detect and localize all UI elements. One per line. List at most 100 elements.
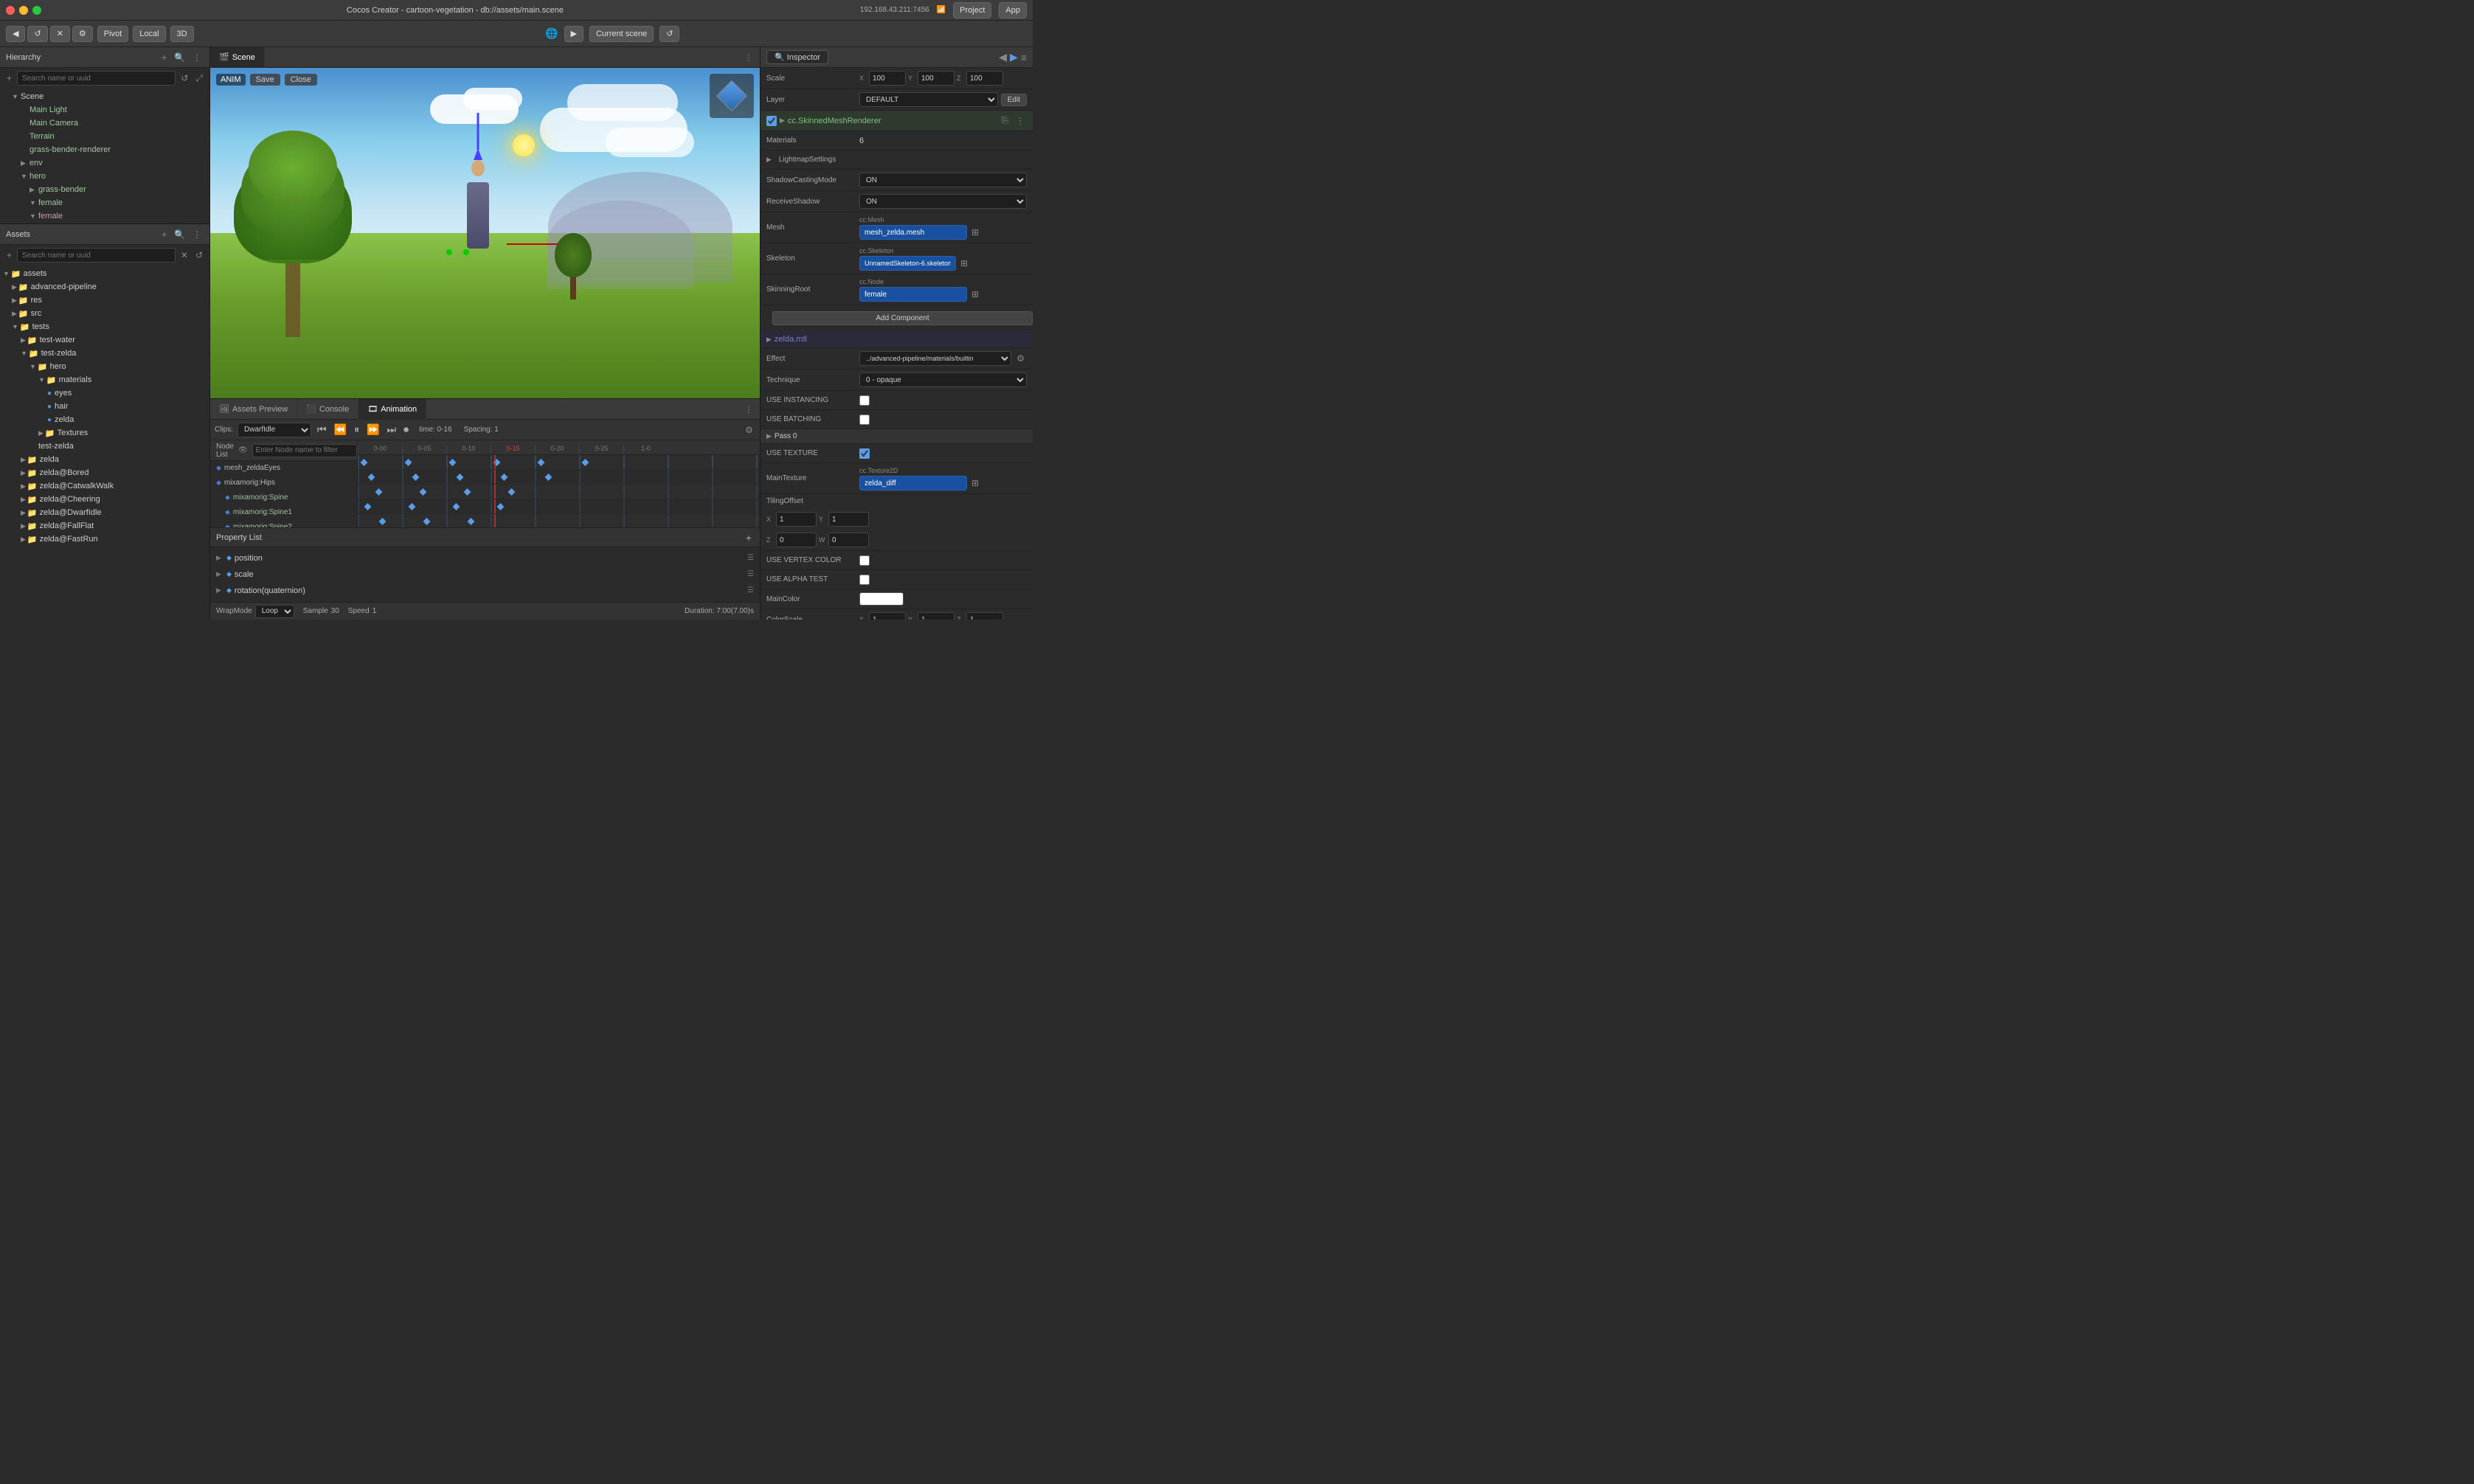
shadow-casting-select[interactable]: ON — [859, 173, 1027, 187]
prop-scale[interactable]: ▶ ◆ scale ☰ — [210, 566, 760, 583]
pass0-header[interactable]: ▶ Pass 0 — [760, 429, 1033, 444]
scene-tab[interactable]: 🎬 Scene — [210, 47, 265, 68]
anim-node-mixamorig-hips[interactable]: ◆ mixamorig:Hips — [210, 476, 357, 490]
viewport[interactable]: ANIM Save Close — [210, 68, 760, 398]
tree-grass-bender-renderer[interactable]: grass-bender-renderer — [0, 143, 209, 156]
node-filter-input[interactable] — [252, 444, 357, 457]
tree-grass-bender[interactable]: ▶ grass-bender — [0, 183, 209, 196]
scale-z-input[interactable] — [966, 71, 1003, 86]
nav-cube[interactable] — [710, 74, 754, 118]
back-btn[interactable]: ◀ — [6, 26, 25, 42]
effect-select[interactable]: ../advanced-pipeline/materials/builtin — [859, 351, 1011, 366]
property-list-add-btn[interactable]: + — [744, 531, 754, 544]
asset-test-zelda-file[interactable]: test-zelda — [0, 440, 209, 453]
assets-search-icon2[interactable]: + — [4, 248, 14, 263]
use-texture-checkbox[interactable] — [859, 448, 870, 459]
tiling-z-input[interactable] — [776, 533, 817, 547]
close-editor-btn[interactable]: ✕ — [50, 26, 70, 42]
asset-zelda-dwarfidle[interactable]: ▶ 📁 zelda@DwarfIdle — [0, 506, 209, 519]
asset-zelda-fastrun[interactable]: ▶ 📁 zelda@FastRun — [0, 533, 209, 546]
assets-menu-btn[interactable]: ⋮ — [190, 229, 204, 240]
hierarchy-search-btn[interactable]: 🔍 — [172, 52, 187, 63]
tree-female-node[interactable]: ▼ female — [0, 196, 209, 209]
inspector-forward-btn[interactable]: ▶ — [1010, 51, 1018, 63]
anim-node-mesh-zelda-eyes[interactable]: ◆ mesh_zeldaEyes — [210, 461, 357, 476]
save-anim-btn[interactable]: Save — [250, 74, 280, 86]
play-pause-btn[interactable]: ⏸ — [353, 423, 361, 436]
hierarchy-refresh-btn[interactable]: ↺ — [179, 71, 190, 86]
asset-advanced-pipeline[interactable]: ▶ 📁 advanced-pipeline — [0, 280, 209, 294]
hierarchy-menu-btn[interactable]: ⋮ — [190, 52, 204, 63]
refresh-btn[interactable]: ↺ — [27, 26, 47, 42]
reload-scene-btn[interactable]: ↺ — [659, 26, 679, 42]
inspector-tab[interactable]: 🔍 Inspector — [766, 50, 828, 64]
asset-zelda-mat[interactable]: ● zelda — [0, 413, 209, 426]
timeline-options-btn[interactable]: ⚙ — [743, 424, 755, 436]
assets-search-input[interactable] — [17, 248, 176, 263]
local-btn[interactable]: Local — [133, 26, 165, 42]
receive-shadow-select[interactable]: ON — [859, 194, 1027, 209]
next-frame-btn[interactable]: ⏩ — [365, 423, 381, 436]
tree-main-light[interactable]: Main Light — [0, 103, 209, 117]
hierarchy-search-input[interactable] — [17, 71, 176, 86]
asset-zelda-fallflat[interactable]: ▶ 📁 zelda@FallFlat — [0, 519, 209, 533]
asset-hero[interactable]: ▼ 📁 hero — [0, 360, 209, 373]
prop-position[interactable]: ▶ ◆ position ☰ — [210, 550, 760, 566]
bottom-menu-btn[interactable]: ⋮ — [742, 403, 755, 415]
skinning-root-pick-btn[interactable]: ⊞ — [969, 288, 982, 301]
technique-select[interactable]: 0 - opaque — [859, 372, 1027, 387]
scale-menu-icon[interactable]: ☰ — [747, 570, 754, 578]
asset-res[interactable]: ▶ 📁 res — [0, 294, 209, 307]
main-color-swatch[interactable] — [859, 592, 904, 606]
scale-x-input[interactable] — [869, 71, 906, 86]
effect-settings-btn[interactable]: ⚙ — [1014, 353, 1027, 364]
record-btn[interactable]: ⏺ — [402, 423, 410, 436]
prop-rotation[interactable]: ▶ ◆ rotation(quaternion) ☰ — [210, 583, 760, 599]
color-scale-y-input[interactable] — [918, 612, 954, 620]
mesh-input[interactable] — [859, 225, 967, 240]
asset-src[interactable]: ▶ 📁 src — [0, 307, 209, 320]
skinning-root-input[interactable] — [859, 287, 967, 302]
asset-zelda-bored[interactable]: ▶ 📁 zelda@Bored — [0, 466, 209, 479]
tree-hero[interactable]: ▼ hero — [0, 170, 209, 183]
assets-clear-btn[interactable]: ✕ — [179, 248, 190, 263]
tree-scene[interactable]: ▼ Scene — [0, 90, 209, 103]
skeleton-input[interactable] — [859, 256, 956, 271]
app-button[interactable]: App — [999, 2, 1027, 18]
color-scale-z-input[interactable] — [966, 612, 1003, 620]
use-batching-checkbox[interactable] — [859, 415, 870, 425]
anim-node-mixamorig-spine[interactable]: ◆ mixamorig:Spine — [210, 490, 357, 505]
assets-search-btn[interactable]: 🔍 — [172, 229, 187, 240]
component-enabled-checkbox[interactable] — [766, 116, 777, 126]
wrap-mode-select[interactable]: Loop — [255, 605, 294, 618]
prev-frame-btn[interactable]: ⏪ — [333, 423, 348, 436]
play-btn[interactable]: ▶ — [564, 26, 583, 42]
asset-zelda-cheering[interactable]: ▶ 📁 zelda@Cheering — [0, 493, 209, 506]
close-anim-btn[interactable]: Close — [285, 74, 317, 86]
main-texture-input[interactable] — [859, 476, 967, 490]
asset-eyes[interactable]: ● eyes — [0, 386, 209, 400]
3d-btn[interactable]: 3D — [170, 26, 194, 42]
color-scale-x-input[interactable] — [869, 612, 906, 620]
inspector-menu-btn[interactable]: ≡ — [1021, 51, 1027, 63]
asset-assets[interactable]: ▼ 📁 assets — [0, 267, 209, 280]
tab-console[interactable]: ⬛ Console — [297, 399, 358, 420]
skip-fwd-btn[interactable]: ⏭ — [386, 423, 398, 436]
scene-select[interactable]: Current scene — [589, 26, 654, 42]
add-component-btn[interactable]: Add Component — [772, 311, 1033, 325]
assets-expand-btn[interactable]: ↺ — [193, 248, 205, 263]
scale-y-input[interactable] — [918, 71, 954, 86]
clips-select[interactable]: DwarfIdle — [238, 423, 311, 437]
anim-node-mixamorig-spine1[interactable]: ◆ mixamorig:Spine1 — [210, 505, 357, 520]
component-copy-btn[interactable]: ⎘ — [999, 114, 1011, 127]
pivot-btn[interactable]: Pivot — [97, 26, 128, 42]
minimize-btn[interactable] — [19, 6, 28, 15]
tree-env[interactable]: ▶ env — [0, 156, 209, 170]
anim-node-mixamorig-spine2[interactable]: ◆ mixamorig:Spine2 — [210, 520, 357, 527]
asset-test-zelda[interactable]: ▼ 📁 test-zelda — [0, 347, 209, 360]
rotation-menu-icon[interactable]: ☰ — [747, 586, 754, 594]
hierarchy-expand-btn[interactable]: ⤢ — [193, 71, 205, 86]
settings-btn[interactable]: ⚙ — [72, 26, 93, 42]
use-alpha-test-checkbox[interactable] — [859, 575, 870, 585]
asset-tests[interactable]: ▼ 📁 tests — [0, 320, 209, 333]
